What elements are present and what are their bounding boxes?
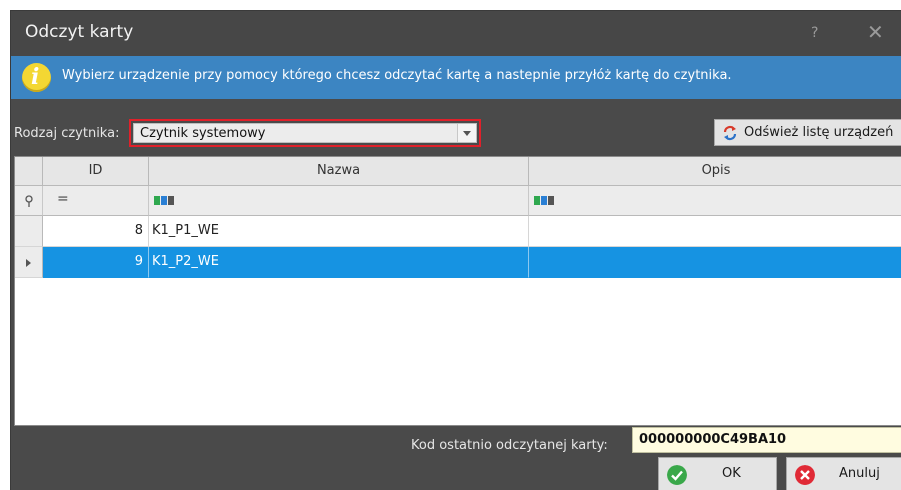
info-message: Wybierz urządzenie przy pomocy którego c… — [62, 68, 732, 83]
refresh-icon — [723, 125, 737, 141]
last-card-code-field[interactable]: 000000000C49BA10 — [632, 427, 901, 453]
reader-type-value: Czytnik systemowy — [140, 126, 266, 141]
info-icon: i — [22, 63, 51, 92]
cancel-icon — [795, 465, 815, 485]
cancel-button[interactable]: Anuluj — [786, 457, 901, 490]
current-row-icon — [26, 259, 31, 267]
cell-description[interactable] — [529, 247, 901, 278]
filter-row-indicator — [15, 186, 43, 216]
reader-select-highlight: Czytnik systemowy — [129, 119, 481, 147]
reader-toolbar: Rodzaj czytnika: Czytnik systemowy Odświ… — [11, 99, 901, 155]
card-read-dialog: Odczyt karty ? ✕ i Wybierz urządzenie pr… — [10, 10, 901, 490]
last-card-label: Kod ostatnio odczytanej karty: — [411, 438, 608, 453]
filter-name[interactable] — [149, 186, 529, 216]
help-button[interactable]: ? — [811, 25, 818, 41]
checkmark-icon — [667, 465, 687, 485]
window-title: Odczyt karty — [25, 22, 134, 42]
cell-name[interactable]: K1_P2_WE — [149, 247, 529, 278]
column-header-description[interactable]: Opis — [529, 157, 901, 186]
cell-name[interactable]: K1_P1_WE — [149, 216, 529, 247]
cell-description[interactable] — [529, 216, 901, 247]
cancel-button-label: Anuluj — [839, 466, 880, 481]
filter-pin-icon — [25, 195, 33, 207]
column-header-name[interactable]: Nazwa — [149, 157, 529, 186]
refresh-devices-button[interactable]: Odśwież listę urządzeń — [714, 119, 901, 146]
ok-button[interactable]: OK — [658, 457, 777, 490]
filter-operator-icon: = — [57, 191, 69, 207]
filter-id[interactable]: = — [43, 186, 149, 216]
close-button[interactable]: ✕ — [867, 20, 884, 44]
refresh-devices-label: Odśwież listę urządzeń — [744, 125, 894, 140]
text-filter-icon — [534, 196, 555, 205]
reader-type-select[interactable]: Czytnik systemowy — [133, 123, 477, 143]
cell-id[interactable]: 8 — [43, 216, 149, 247]
ok-button-label: OK — [722, 466, 741, 481]
info-bar: i Wybierz urządzenie przy pomocy którego… — [11, 56, 901, 99]
row-indicator — [15, 247, 43, 278]
cell-id[interactable]: 9 — [43, 247, 149, 278]
dropdown-arrow-icon[interactable] — [457, 124, 476, 142]
reader-type-label: Rodzaj czytnika: — [14, 126, 120, 141]
filter-description[interactable] — [529, 186, 901, 216]
column-header-id[interactable]: ID — [43, 157, 149, 186]
last-card-code-value: 000000000C49BA10 — [639, 432, 787, 447]
row-indicator — [15, 216, 43, 247]
text-filter-icon — [154, 196, 175, 205]
title-bar[interactable]: Odczyt karty ? ✕ — [11, 11, 901, 56]
grid-corner — [15, 157, 43, 186]
devices-grid: ID Nazwa Opis = 8 K1_P1_WE 9 K1_P2_WE — [14, 156, 901, 426]
